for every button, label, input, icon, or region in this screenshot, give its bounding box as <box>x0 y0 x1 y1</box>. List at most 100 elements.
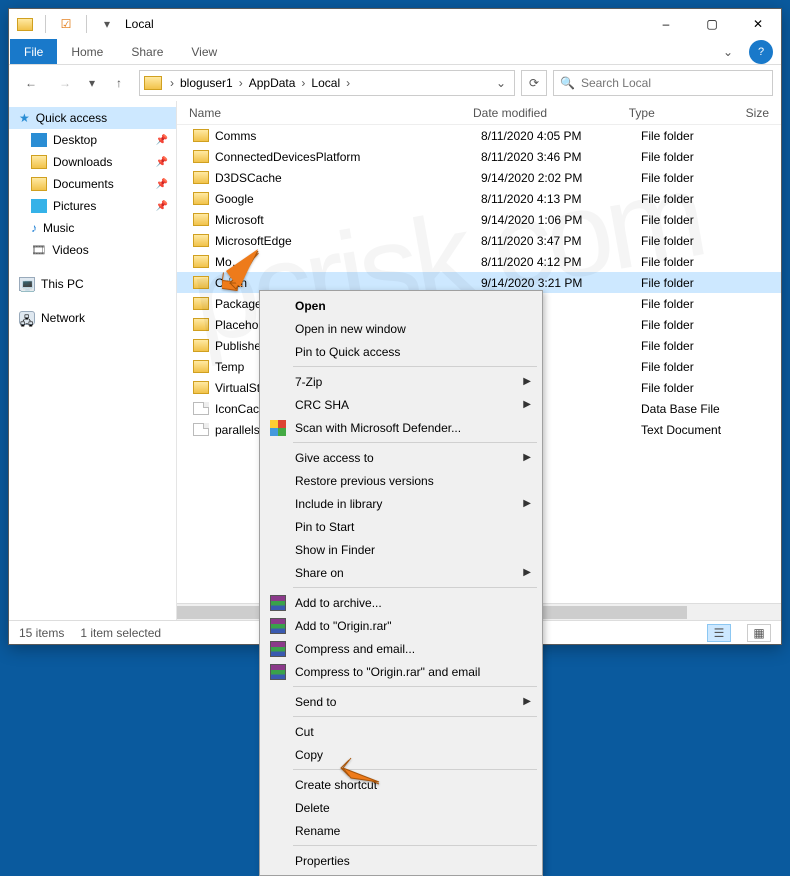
sidebar-this-pc[interactable]: 💻 This PC <box>9 273 176 295</box>
menu-item-send-to[interactable]: Send to▶ <box>263 690 539 713</box>
column-name[interactable]: Name <box>177 106 461 120</box>
maximize-button[interactable]: ▢ <box>689 9 735 39</box>
search-input[interactable]: 🔍 <box>553 70 773 96</box>
menu-item-copy[interactable]: Copy <box>263 743 539 766</box>
menu-item-label: Create shortcut <box>295 778 377 792</box>
chevron-right-icon[interactable]: › <box>299 76 307 90</box>
thumbnails-view-icon[interactable]: ▦ <box>747 624 771 642</box>
address-bar[interactable]: › bloguser1 › AppData › Local › ⌄ <box>139 70 515 96</box>
menu-item-pin-to-start[interactable]: Pin to Start <box>263 515 539 538</box>
breadcrumb[interactable]: bloguser1 <box>178 76 235 90</box>
table-row[interactable]: Comms8/11/2020 4:05 PMFile folder <box>177 125 781 146</box>
qat-dropdown-icon[interactable]: ▾ <box>97 14 117 34</box>
back-button[interactable]: ← <box>17 69 45 97</box>
sidebar-item-pictures[interactable]: Pictures📌 <box>9 195 176 217</box>
menu-item-pin-to-quick-access[interactable]: Pin to Quick access <box>263 340 539 363</box>
menu-item-7-zip[interactable]: 7-Zip▶ <box>263 370 539 393</box>
minimize-button[interactable]: – <box>643 9 689 39</box>
recent-dropdown-icon[interactable]: ▾ <box>85 69 99 97</box>
menu-item-open[interactable]: Open <box>263 294 539 317</box>
chevron-right-icon: ▶ <box>523 376 531 387</box>
chevron-right-icon[interactable]: › <box>168 76 176 90</box>
address-dropdown-icon[interactable]: ⌄ <box>492 76 510 90</box>
help-icon[interactable]: ? <box>749 40 773 64</box>
column-date[interactable]: Date modified <box>461 106 617 120</box>
table-row[interactable]: Microsoft9/14/2020 1:06 PMFile folder <box>177 209 781 230</box>
quick-access-toolbar: ☑ ▾ <box>15 14 117 34</box>
menu-separator <box>293 845 537 846</box>
menu-item-compress-and-email[interactable]: Compress and email... <box>263 637 539 660</box>
chevron-right-icon: ▶ <box>523 498 531 509</box>
search-field[interactable] <box>581 76 766 90</box>
folder-icon <box>193 213 209 226</box>
folder-icon[interactable] <box>15 14 35 34</box>
column-size[interactable]: Size <box>734 106 781 120</box>
breadcrumb[interactable]: AppData <box>247 76 298 90</box>
menu-item-delete[interactable]: Delete <box>263 796 539 819</box>
menu-item-open-in-new-window[interactable]: Open in new window <box>263 317 539 340</box>
menu-item-compress-to-origin-rar-and-email[interactable]: Compress to "Origin.rar" and email <box>263 660 539 683</box>
tab-home[interactable]: Home <box>57 39 117 64</box>
menu-item-create-shortcut[interactable]: Create shortcut <box>263 773 539 796</box>
menu-item-label: Give access to <box>295 451 374 465</box>
sidebar-item-downloads[interactable]: Downloads📌 <box>9 151 176 173</box>
chevron-right-icon[interactable]: › <box>344 76 352 90</box>
file-type: File folder <box>629 192 749 206</box>
file-icon <box>193 402 209 415</box>
star-icon: ★ <box>19 111 30 125</box>
folder-icon <box>193 150 209 163</box>
menu-item-restore-previous-versions[interactable]: Restore previous versions <box>263 469 539 492</box>
column-type[interactable]: Type <box>617 106 734 120</box>
chevron-right-icon: ▶ <box>523 567 531 578</box>
search-icon: 🔍 <box>560 76 575 90</box>
sidebar-item-desktop[interactable]: Desktop📌 <box>9 129 176 151</box>
menu-item-show-in-finder[interactable]: Show in Finder <box>263 538 539 561</box>
menu-item-crc-sha[interactable]: CRC SHA▶ <box>263 393 539 416</box>
sidebar-item-label: Documents <box>53 177 114 191</box>
file-type: Data Base File <box>629 402 749 416</box>
forward-button[interactable]: → <box>51 69 79 97</box>
table-row[interactable]: D3DSCache9/14/2020 2:02 PMFile folder <box>177 167 781 188</box>
menu-item-properties[interactable]: Properties <box>263 849 539 872</box>
sidebar-quick-access[interactable]: ★ Quick access <box>9 107 176 129</box>
file-date: 8/11/2020 3:47 PM <box>469 234 629 248</box>
table-row[interactable]: MicrosoftEdge8/11/2020 3:47 PMFile folde… <box>177 230 781 251</box>
file-type: File folder <box>629 381 749 395</box>
folder-icon <box>31 155 47 169</box>
breadcrumb[interactable]: Local <box>309 76 342 90</box>
menu-item-share-on[interactable]: Share on▶ <box>263 561 539 584</box>
menu-item-label: Add to "Origin.rar" <box>295 619 392 633</box>
pin-icon: 📌 <box>156 157 168 168</box>
menu-item-rename[interactable]: Rename <box>263 819 539 842</box>
table-row[interactable]: Mo…8/11/2020 4:12 PMFile folder <box>177 251 781 272</box>
chevron-right-icon: ▶ <box>523 399 531 410</box>
winrar-icon <box>269 663 287 681</box>
menu-item-add-to-origin-rar[interactable]: Add to "Origin.rar" <box>263 614 539 637</box>
properties-qat-icon[interactable]: ☑ <box>56 14 76 34</box>
menu-item-cut[interactable]: Cut <box>263 720 539 743</box>
sidebar-item-music[interactable]: ♪Music <box>9 217 176 239</box>
menu-item-include-in-library[interactable]: Include in library▶ <box>263 492 539 515</box>
sidebar-item-videos[interactable]: 🎞Videos <box>9 239 176 261</box>
menu-item-add-to-archive[interactable]: Add to archive... <box>263 591 539 614</box>
tab-share[interactable]: Share <box>117 39 177 64</box>
sidebar-item-documents[interactable]: Documents📌 <box>9 173 176 195</box>
folder-icon <box>193 381 209 394</box>
close-button[interactable]: ✕ <box>735 9 781 39</box>
refresh-button[interactable]: ⟳ <box>521 70 547 96</box>
table-row[interactable]: Google8/11/2020 4:13 PMFile folder <box>177 188 781 209</box>
ribbon-expand-icon[interactable]: ⌄ <box>715 39 741 64</box>
details-view-icon[interactable]: ☰ <box>707 624 731 642</box>
window-controls: – ▢ ✕ <box>643 9 781 39</box>
menu-item-scan-with-microsoft-defender[interactable]: Scan with Microsoft Defender... <box>263 416 539 439</box>
tab-view[interactable]: View <box>177 39 231 64</box>
menu-item-give-access-to[interactable]: Give access to▶ <box>263 446 539 469</box>
sidebar-item-label: Desktop <box>53 133 97 147</box>
sidebar-network[interactable]: 🖧 Network <box>9 307 176 329</box>
up-button[interactable]: ↑ <box>105 69 133 97</box>
file-tab[interactable]: File <box>10 39 57 64</box>
file-name: parallels <box>215 423 260 437</box>
table-row[interactable]: ConnectedDevicesPlatform8/11/2020 3:46 P… <box>177 146 781 167</box>
chevron-right-icon[interactable]: › <box>237 76 245 90</box>
sidebar-item-label: Network <box>41 311 85 325</box>
